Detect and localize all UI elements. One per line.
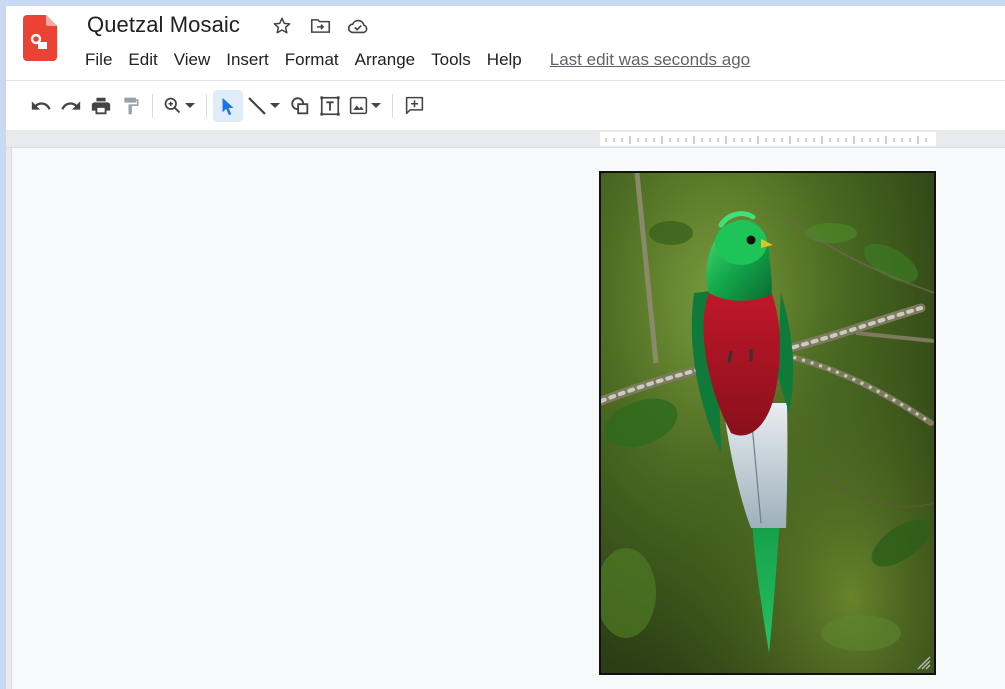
title-actions	[271, 15, 369, 37]
cloud-saved-icon[interactable]	[347, 15, 369, 37]
quetzal-photo[interactable]	[599, 171, 936, 675]
zoom-icon[interactable]	[159, 90, 200, 122]
menu-edit[interactable]: Edit	[120, 48, 165, 72]
move-to-folder-icon[interactable]	[309, 15, 331, 37]
toolbar-divider	[206, 93, 207, 118]
text-box-icon[interactable]	[315, 90, 345, 122]
horizontal-ruler[interactable]	[600, 132, 936, 146]
print-icon[interactable]	[86, 90, 116, 122]
menu-arrange[interactable]: Arrange	[347, 48, 423, 72]
vertical-ruler[interactable]	[6, 148, 12, 689]
toolbar-divider	[392, 93, 393, 118]
shape-icon[interactable]	[285, 90, 315, 122]
undo-icon[interactable]	[26, 90, 56, 122]
toolbar-divider	[152, 93, 153, 118]
menu-tools[interactable]: Tools	[423, 48, 479, 72]
menu-file[interactable]: File	[77, 48, 120, 72]
menu-format[interactable]: Format	[277, 48, 347, 72]
menu-insert[interactable]: Insert	[218, 48, 277, 72]
menu-help[interactable]: Help	[479, 48, 530, 72]
redo-icon[interactable]	[56, 90, 86, 122]
line-dropdown-icon[interactable]	[268, 102, 282, 109]
toolbar	[6, 80, 1005, 130]
drawings-app-window: Quetzal Mosaic File Edit View Insert For…	[6, 6, 1005, 689]
star-icon[interactable]	[271, 15, 293, 37]
horizontal-ruler-strip	[6, 130, 1005, 148]
menu-bar: File Edit View Insert Format Arrange Too…	[77, 48, 750, 72]
document-title[interactable]: Quetzal Mosaic	[87, 12, 240, 38]
drawings-logo-icon[interactable]	[23, 15, 57, 61]
last-edit-link[interactable]: Last edit was seconds ago	[550, 48, 750, 72]
line-icon[interactable]	[243, 90, 285, 122]
zoom-dropdown-icon[interactable]	[183, 102, 197, 109]
comment-icon[interactable]	[399, 90, 429, 122]
image-dropdown-icon[interactable]	[369, 102, 383, 109]
select-icon[interactable]	[213, 89, 243, 122]
menu-view[interactable]: View	[166, 48, 219, 72]
drawing-canvas[interactable]	[6, 148, 1005, 689]
resize-handle-icon[interactable]	[914, 653, 932, 671]
app-header: Quetzal Mosaic File Edit View Insert For…	[6, 6, 1005, 80]
paint-format-icon[interactable]	[116, 90, 146, 122]
image-icon[interactable]	[345, 90, 386, 122]
